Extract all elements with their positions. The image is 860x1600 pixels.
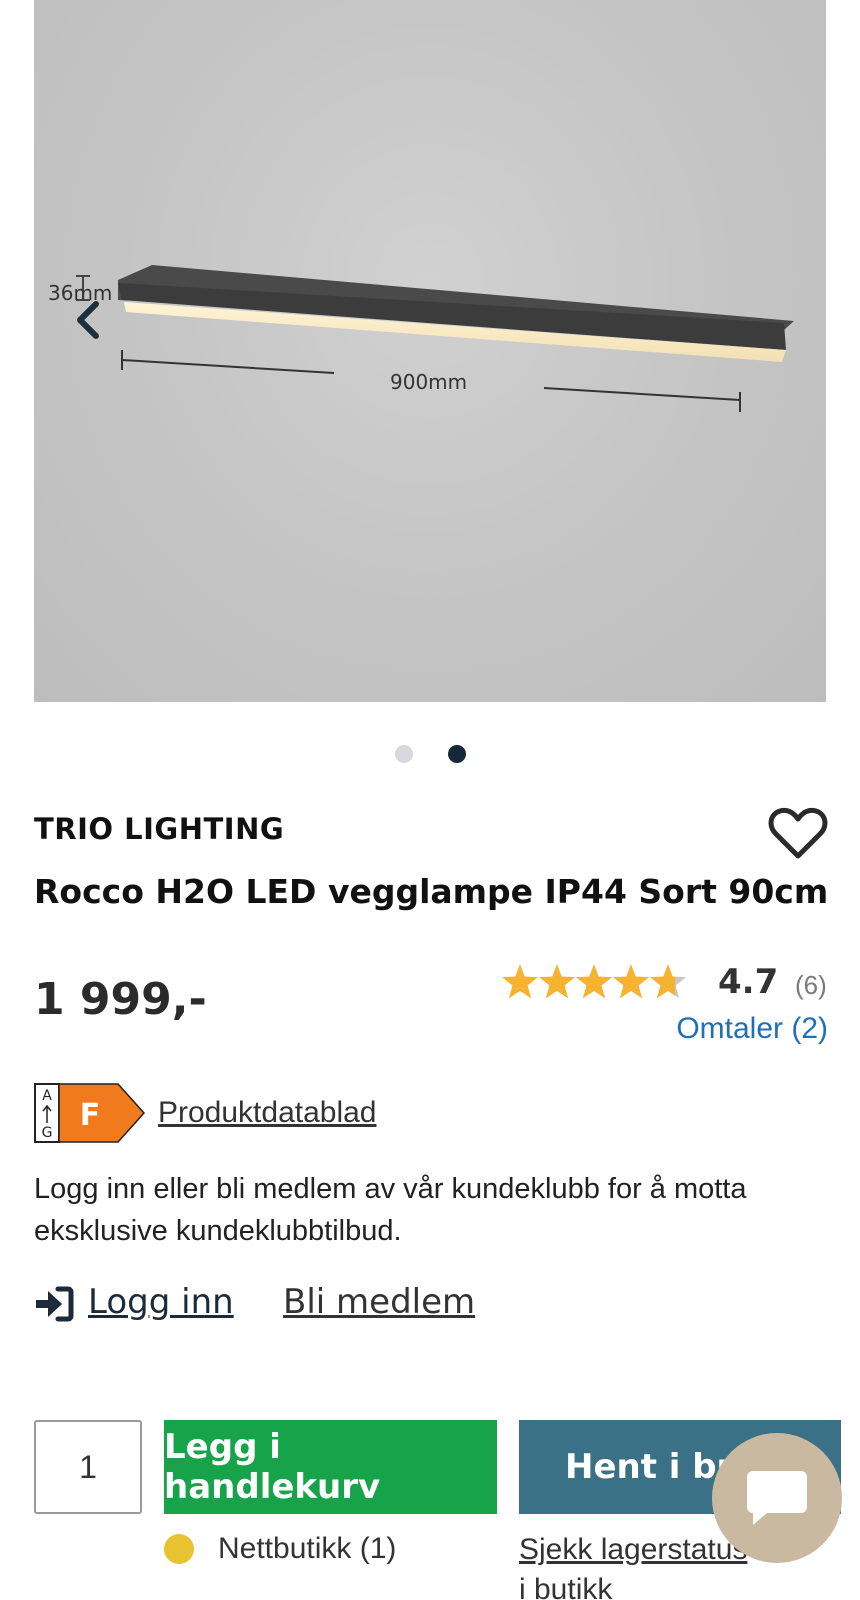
stock-indicator-dot	[164, 1534, 194, 1564]
product-price: 1 999,-	[34, 974, 207, 1025]
rating-value: 4.7	[718, 962, 779, 1002]
check-store-stock-link[interactable]: Sjekk lagerstatus i butikk	[519, 1530, 759, 1600]
gallery-dot-1[interactable]	[395, 745, 413, 763]
gallery-dot-2-active[interactable]	[448, 745, 466, 763]
gallery-prev-button[interactable]	[70, 298, 110, 342]
product-title: Rocco H2O LED vegglampe IP44 Sort 90cm	[34, 872, 829, 911]
online-stock-label: Nettbutikk (1)	[218, 1532, 397, 1565]
gallery-pagination	[0, 745, 860, 765]
chevron-left-icon	[77, 301, 99, 339]
product-image-gallery[interactable]: 36mm 900mm	[34, 0, 826, 702]
chat-bubble-icon	[747, 1471, 807, 1525]
chat-button[interactable]	[712, 1433, 842, 1563]
login-label: Logg inn	[88, 1282, 234, 1322]
energy-class-arrow	[58, 1083, 146, 1143]
product-brand: TRIO LIGHTING	[34, 812, 285, 846]
add-to-cart-button[interactable]: Legg i handlekurv	[164, 1420, 497, 1514]
membership-info-text: Logg inn eller bli medlem av vår kundekl…	[34, 1173, 747, 1247]
energy-scale-top: A	[42, 1088, 52, 1104]
favorite-button[interactable]	[768, 806, 828, 862]
heart-outline-icon	[768, 807, 828, 859]
rating-count: (6)	[795, 970, 827, 1000]
star-icon	[612, 964, 650, 999]
star-icon	[538, 964, 576, 999]
star-icon	[501, 964, 539, 999]
sign-in-icon	[36, 1286, 74, 1322]
star-icon	[575, 964, 613, 999]
join-club-link[interactable]: Bli medlem	[283, 1282, 475, 1322]
star-icon	[649, 964, 687, 999]
energy-scale-bottom: G	[42, 1125, 53, 1141]
quantity-input[interactable]	[34, 1420, 142, 1514]
width-dimension-label: 900mm	[390, 370, 467, 394]
product-datasheet-link[interactable]: Produktdatablad	[158, 1096, 377, 1130]
energy-label[interactable]: A G F	[34, 1083, 146, 1143]
energy-class-letter: F	[80, 1098, 101, 1133]
reviews-link[interactable]: Omtaler (2)	[676, 1012, 828, 1046]
rating-stars	[501, 962, 702, 1002]
product-image: 36mm 900mm	[48, 265, 794, 412]
